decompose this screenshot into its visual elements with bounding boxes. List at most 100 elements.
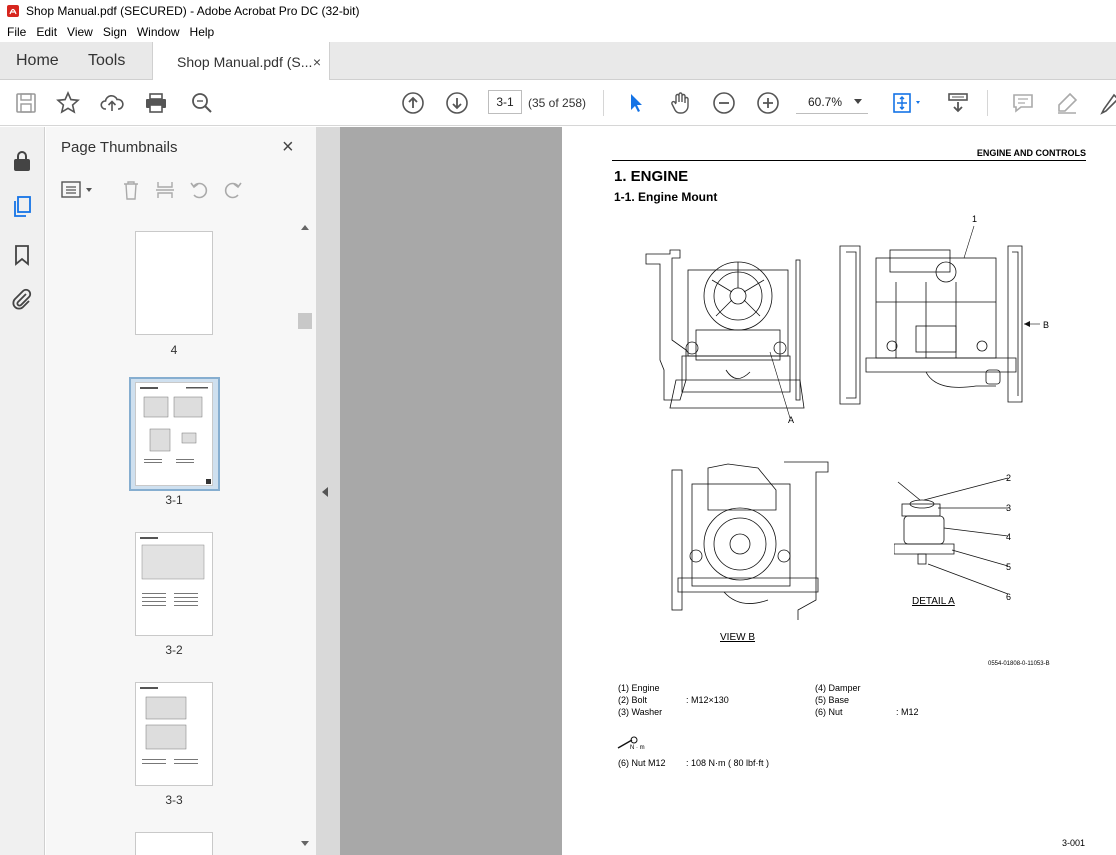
- title-bar: Shop Manual.pdf (SECURED) - Adobe Acroba…: [0, 0, 1116, 22]
- zoom-level-value: 60.7%: [808, 94, 843, 109]
- scroll-mode-icon[interactable]: [946, 91, 970, 115]
- zoom-search-icon[interactable]: [190, 91, 214, 115]
- menu-view[interactable]: View: [62, 25, 98, 39]
- part-label: (1) Engine: [618, 683, 660, 693]
- section-title: 1. ENGINE: [614, 168, 689, 185]
- callout-a: A: [788, 415, 795, 425]
- detail-a-label: DETAIL A: [912, 596, 955, 607]
- thumbnail-label: 3-2: [165, 643, 183, 657]
- thumbnail-label: 3-1: [165, 493, 183, 507]
- highlight-pen-icon[interactable]: [1055, 91, 1079, 115]
- torque-value: : 108 N·m ( 80 lbf·ft ): [686, 758, 770, 768]
- draw-icon[interactable]: [1098, 91, 1116, 115]
- part-label: (2) Bolt: [618, 695, 648, 705]
- part-label: (6) Nut: [815, 707, 843, 717]
- tab-close-icon[interactable]: ×: [313, 54, 321, 70]
- menu-edit[interactable]: Edit: [31, 25, 62, 39]
- zoom-level-dropdown[interactable]: 60.7%: [796, 90, 868, 114]
- toolbar-divider: [603, 90, 604, 116]
- header-rule: [612, 160, 1086, 161]
- fit-page-icon[interactable]: [891, 91, 925, 115]
- bookmark-star-icon[interactable]: [56, 91, 80, 115]
- close-icon[interactable]: ×: [282, 136, 294, 159]
- scroll-up-icon[interactable]: [301, 225, 309, 230]
- part-spec: : M12×130: [686, 695, 729, 705]
- menu-help[interactable]: Help: [185, 25, 220, 39]
- thumbnail-page-4[interactable]: [135, 231, 213, 335]
- panel-collapse-bar[interactable]: [316, 127, 340, 855]
- callout-1: 1: [972, 214, 978, 224]
- menu-sign[interactable]: Sign: [98, 25, 132, 39]
- page-number-input[interactable]: 3-1: [488, 90, 522, 114]
- page-number: 3-001: [1062, 838, 1086, 848]
- callout-3: 3: [1006, 503, 1012, 513]
- detail-a-drawing: [894, 477, 1009, 595]
- tab-home[interactable]: Home: [16, 42, 59, 80]
- page-count: (35 of 258): [528, 96, 587, 110]
- thumbnail-label: 3-3: [165, 793, 183, 807]
- tab-bar: Home Tools Shop Manual.pdf (S... ×: [0, 42, 1116, 81]
- panel-title: Page Thumbnails: [61, 139, 178, 156]
- engine-side-view-drawing: [839, 225, 1040, 405]
- thumbnail-page-3-2[interactable]: [135, 532, 213, 636]
- part-spec: : M12: [896, 707, 919, 717]
- view-b-label: VIEW B: [720, 632, 756, 643]
- chevron-down-icon: [854, 99, 862, 104]
- page-thumbnails-icon[interactable]: [10, 195, 34, 219]
- subsection-title: 1-1. Engine Mount: [614, 190, 718, 204]
- thumbnail-scrollbar[interactable]: [298, 221, 312, 855]
- comment-icon[interactable]: [1011, 91, 1035, 115]
- menu-bar: File Edit View Sign Window Help: [0, 22, 1116, 42]
- zoom-in-icon[interactable]: [756, 91, 780, 115]
- callout-b: B: [1043, 320, 1050, 330]
- part-label: (5) Base: [815, 695, 850, 705]
- tab-document[interactable]: Shop Manual.pdf (S... ×: [152, 42, 330, 81]
- zoom-out-icon[interactable]: [712, 91, 736, 115]
- torque-label: (6) Nut M12: [618, 758, 666, 768]
- tab-document-label: Shop Manual.pdf (S...: [177, 53, 313, 70]
- page-header: ENGINE AND CONTROLS: [976, 148, 1086, 158]
- previous-page-icon[interactable]: [401, 91, 425, 115]
- acrobat-app-icon: [7, 5, 19, 17]
- rotate-right-icon[interactable]: [222, 179, 244, 201]
- torque-unit-icon-label: N · m: [630, 745, 645, 751]
- upload-cloud-icon[interactable]: [100, 91, 124, 115]
- menu-file[interactable]: File: [2, 25, 31, 39]
- print-icon[interactable]: [144, 91, 168, 115]
- thumbnail-label: 4: [170, 343, 178, 357]
- options-menu-icon[interactable]: [60, 179, 96, 201]
- toolbar-divider: [987, 90, 988, 116]
- scroll-down-icon[interactable]: [301, 841, 309, 846]
- window-title: Shop Manual.pdf (SECURED) - Adobe Acroba…: [26, 4, 360, 18]
- part-label: (3) Washer: [618, 707, 663, 717]
- delete-page-icon[interactable]: [120, 179, 142, 201]
- callout-2: 2: [1006, 473, 1012, 483]
- thumbnail-preview: [140, 537, 205, 606]
- callout-6: 6: [1006, 592, 1012, 602]
- bookmarks-icon[interactable]: [10, 243, 34, 267]
- scrollbar-thumb[interactable]: [298, 313, 312, 329]
- next-page-icon[interactable]: [445, 91, 469, 115]
- left-rail: [0, 127, 45, 855]
- thumbnail-preview: [140, 387, 211, 484]
- rotate-left-icon[interactable]: [188, 179, 210, 201]
- engine-view-b-drawing: [671, 461, 829, 620]
- hand-tool-icon[interactable]: [668, 91, 692, 115]
- thumbnail-page-3-1[interactable]: [135, 382, 213, 486]
- part-label: (4) Damper: [815, 683, 861, 693]
- select-cursor-icon[interactable]: [624, 91, 648, 115]
- menu-window[interactable]: Window: [132, 25, 185, 39]
- lock-icon[interactable]: [10, 149, 34, 173]
- extract-pages-icon[interactable]: [154, 179, 176, 201]
- save-icon[interactable]: [14, 91, 38, 115]
- engine-front-view-drawing: [645, 249, 805, 419]
- figure-code: 0554-01808-0-11053-B: [988, 661, 1050, 667]
- thumbnail-page-3-3[interactable]: [135, 682, 213, 786]
- collapse-panel-icon[interactable]: [322, 487, 328, 497]
- thumbnail-page-next[interactable]: [135, 832, 213, 855]
- attachments-icon[interactable]: [10, 287, 34, 311]
- thumbnail-preview: [140, 687, 198, 764]
- tab-tools[interactable]: Tools: [88, 42, 125, 80]
- callout-4: 4: [1006, 532, 1012, 542]
- thumbnail-tools: [46, 173, 306, 209]
